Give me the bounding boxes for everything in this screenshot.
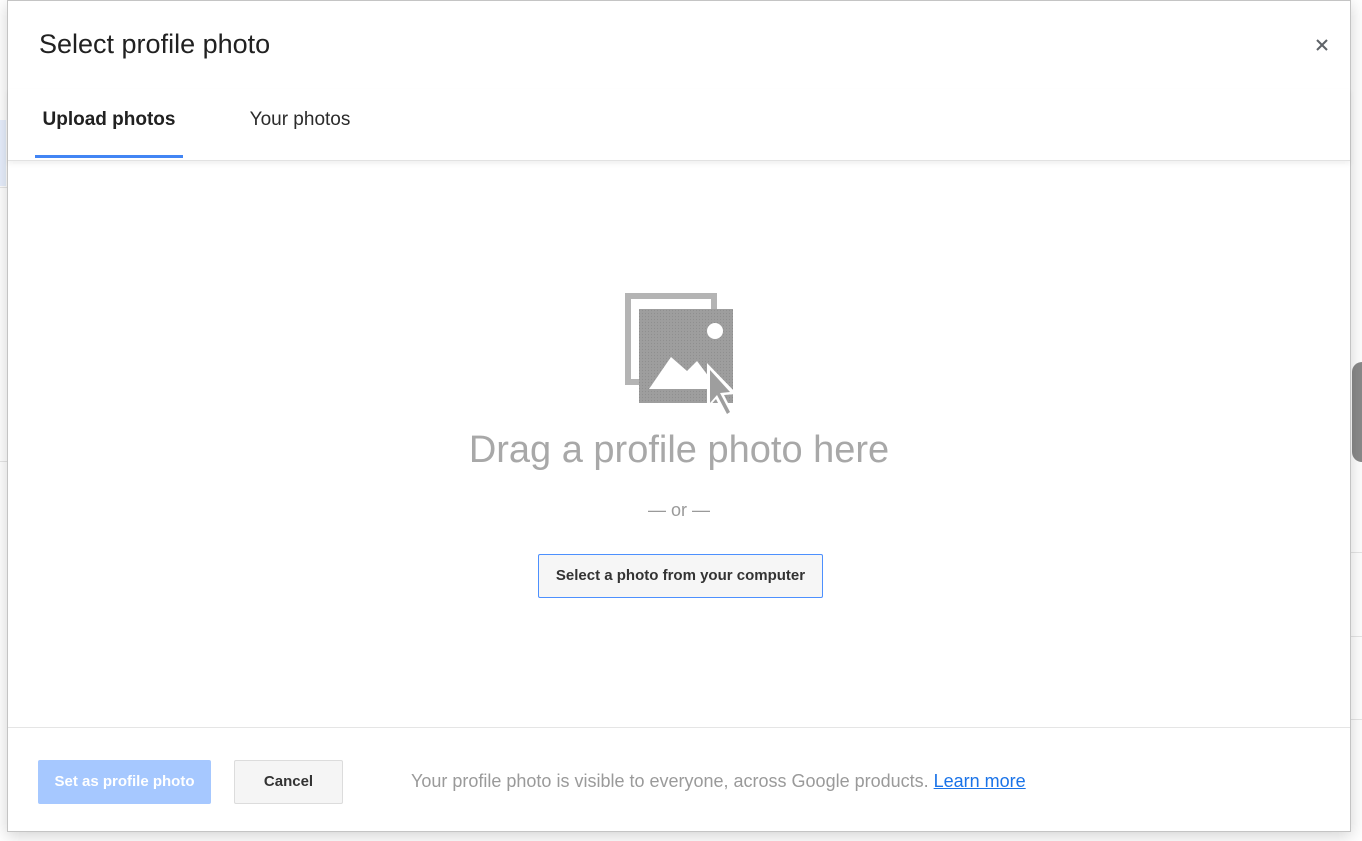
background-divider [1351,636,1362,637]
dialog-title: Select profile photo [39,29,271,59]
background-divider [0,187,7,188]
select-profile-photo-dialog: Select profile photo Upload photos Your … [7,0,1351,832]
background-divider [0,461,7,462]
select-photo-button[interactable]: Select a photo from your computer [538,554,823,598]
tab-your-photos[interactable]: Your photos [230,89,370,159]
visibility-note-text: Your profile photo is visible to everyon… [411,771,934,791]
drag-instruction: Drag a profile photo here [468,429,890,471]
background-highlight [0,120,6,186]
tab-upload-photos[interactable]: Upload photos [35,89,183,159]
close-icon [1316,39,1328,51]
photo-drop-zone[interactable]: Drag a profile photo here — or — Select … [8,161,1350,727]
learn-more-link[interactable]: Learn more [934,771,1026,791]
background-divider [1351,552,1362,553]
cancel-button[interactable]: Cancel [234,760,343,804]
dialog-footer: Set as profile photo Cancel Your profile… [8,727,1350,832]
set-as-profile-photo-button[interactable]: Set as profile photo [38,760,211,804]
background-shape [1352,362,1362,462]
photo-drag-icon [625,293,737,419]
background-divider [1351,719,1362,720]
active-tab-indicator [35,155,183,158]
close-button[interactable] [1308,31,1336,59]
or-divider: — or — [647,500,710,520]
visibility-note: Your profile photo is visible to everyon… [411,771,1026,792]
tab-bar: Upload photos Your photos [8,89,1350,161]
